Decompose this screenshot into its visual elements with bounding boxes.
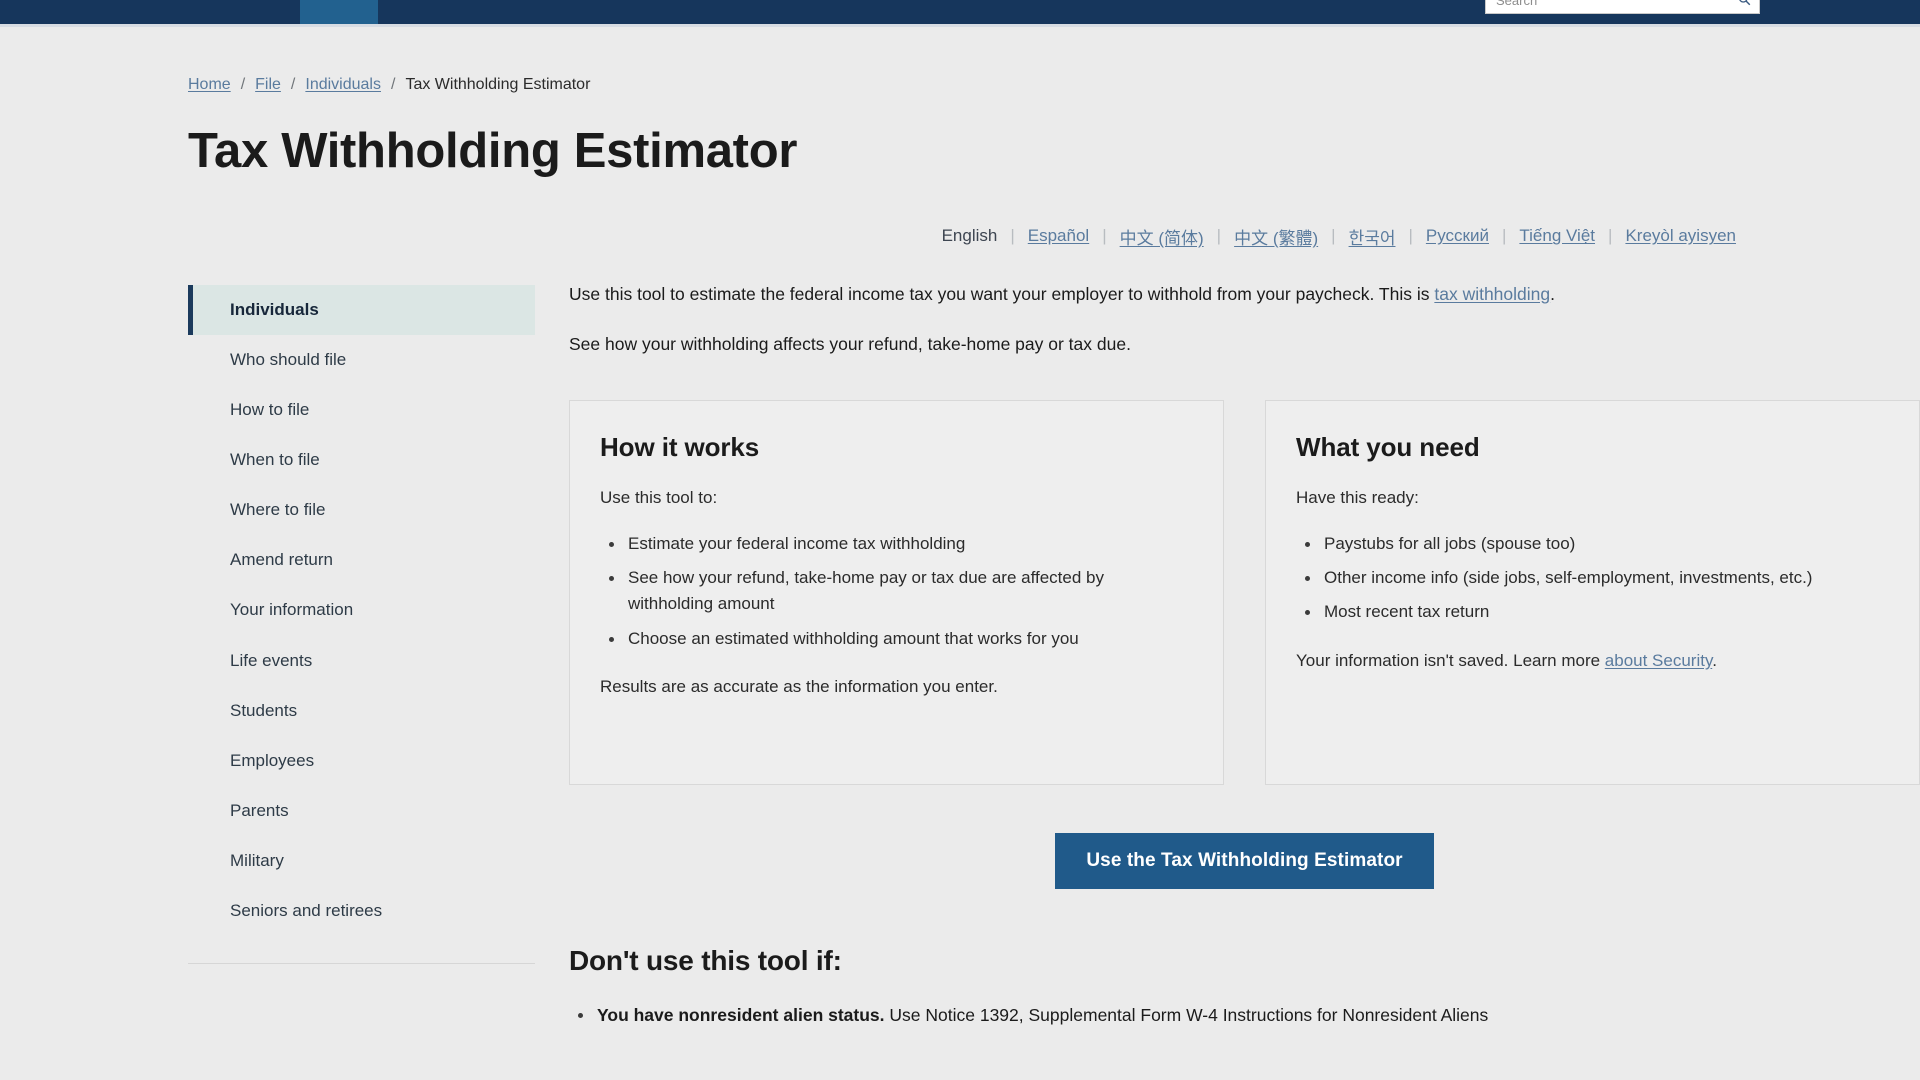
header-tab-3[interactable] xyxy=(378,0,456,24)
language-option-chinese-simplified[interactable]: 中文 (简体) xyxy=(1120,224,1204,249)
list-item: See how your refund, take-home pay or ta… xyxy=(600,565,1193,618)
sidebar-item-label: How to file xyxy=(230,400,310,420)
sidebar-item-label: Who should file xyxy=(230,349,347,369)
language-divider: | xyxy=(1501,226,1507,246)
search-input[interactable]: Search xyxy=(1485,0,1760,14)
header-nav xyxy=(222,0,456,24)
card-how-it-works: How it works Use this tool to: Estimate … xyxy=(569,400,1224,786)
card-note-text: Results are as accurate as the informati… xyxy=(600,677,998,697)
sidebar-item-label: Your information xyxy=(230,600,354,620)
sidebar-item-who-should-file[interactable]: Who should file xyxy=(188,335,535,385)
tax-withholding-link[interactable]: tax withholding xyxy=(1434,284,1550,304)
sidebar-item-where-to-file[interactable]: Where to file xyxy=(188,485,535,535)
sidebar-item-label: Military xyxy=(230,850,284,870)
list-item: Estimate your federal income tax withhol… xyxy=(600,531,1193,557)
language-option-vietnamese[interactable]: Tiếng Việt xyxy=(1519,226,1595,246)
sidebar-item-employees[interactable]: Employees xyxy=(188,736,535,786)
sidebar-item-label: Employees xyxy=(230,750,315,770)
sidebar-item-label: Life events xyxy=(230,650,313,670)
language-option-espanol[interactable]: Español xyxy=(1028,226,1089,246)
sidebar-item-label: Amend return xyxy=(230,550,333,570)
use-estimator-button[interactable]: Use the Tax Withholding Estimator xyxy=(1055,833,1434,890)
header-search-container: Search xyxy=(1485,0,1760,14)
card-note: Your information isn't saved. Learn more… xyxy=(1296,648,1889,674)
language-divider: | xyxy=(1102,226,1107,246)
list-item: Paystubs for all jobs (spouse too) xyxy=(1296,531,1889,557)
about-security-link[interactable]: about Security xyxy=(1605,651,1712,670)
sidebar-item-label: When to file xyxy=(230,450,320,470)
language-option-russian[interactable]: Русский xyxy=(1426,226,1489,246)
info-cards: How it works Use this tool to: Estimate … xyxy=(569,400,1920,786)
card-title: What you need xyxy=(1296,432,1480,463)
breadcrumb-separator: / xyxy=(240,76,246,93)
card-note-text: Your information isn't saved. Learn more xyxy=(1296,650,1605,670)
language-option-korean[interactable]: 한국어 xyxy=(1349,224,1396,249)
language-option-english: English xyxy=(941,226,998,246)
card-lead: Use this tool to: xyxy=(600,488,718,508)
dont-use-title: Don't use this tool if: xyxy=(569,945,842,977)
list-item: You have nonresident alien status. Use N… xyxy=(569,1002,1920,1029)
list-item-bold: You have nonresident alien status. xyxy=(597,1005,885,1026)
sidebar-item-label: Students xyxy=(230,700,298,720)
sidebar-item-label: Individuals xyxy=(230,299,319,319)
intro-text-after: . xyxy=(1550,283,1556,304)
sidebar-item-label: Parents xyxy=(230,800,289,820)
dont-use-list: You have nonresident alien status. Use N… xyxy=(569,1002,1920,1029)
sidebar-item-parents[interactable]: Parents xyxy=(188,786,535,836)
dont-use-section: Don't use this tool if: You have nonresi… xyxy=(569,945,1920,1029)
cta-row: Use the Tax Withholding Estimator xyxy=(569,833,1920,890)
language-option-haitian-creole[interactable]: Kreyòl ayisyen xyxy=(1625,226,1736,246)
sidebar-item-label: Seniors and retirees xyxy=(230,901,383,921)
language-divider: | xyxy=(1608,226,1613,246)
list-item: Other income info (side jobs, self-emplo… xyxy=(1296,565,1889,591)
card-note: Results are as accurate as the informati… xyxy=(600,674,1193,700)
body-layout: Individuals Who should file How to file … xyxy=(0,273,1920,1029)
card-title: How it works xyxy=(600,432,760,463)
card-what-you-need: What you need Have this ready: Paystubs … xyxy=(1265,400,1920,786)
sidebar-item-your-information[interactable]: Your information xyxy=(188,585,535,635)
header-tab-active[interactable] xyxy=(300,0,378,24)
breadcrumb-item-current: Tax Withholding Estimator xyxy=(405,76,591,93)
breadcrumb-item-file[interactable]: File xyxy=(255,76,281,94)
breadcrumb-separator: / xyxy=(390,76,396,93)
sidebar-item-military[interactable]: Military xyxy=(188,836,535,886)
sidebar-item-individuals[interactable]: Individuals xyxy=(188,284,535,335)
card-bullet-list: Paystubs for all jobs (spouse too) Other… xyxy=(1296,531,1889,626)
language-divider: | xyxy=(1216,226,1222,246)
sidebar-divider xyxy=(188,963,535,965)
sidebar-item-label: Where to file xyxy=(230,500,326,520)
sidebar-item-life-events[interactable]: Life events xyxy=(188,636,535,686)
page-title: Tax Withholding Estimator xyxy=(188,124,798,178)
site-header: Search xyxy=(0,0,1920,24)
card-note-text-after: . xyxy=(1712,650,1717,670)
language-divider: | xyxy=(1010,226,1015,246)
intro-paragraph-1: Use this tool to estimate the federal in… xyxy=(569,281,1599,309)
sidebar-item-when-to-file[interactable]: When to file xyxy=(188,435,535,485)
sidebar-item-how-to-file[interactable]: How to file xyxy=(188,385,535,435)
sidebar-item-seniors-and-retirees[interactable]: Seniors and retirees xyxy=(188,886,535,936)
language-selector: English | Español | 中文 (简体) | 中文 (繁體) | … xyxy=(0,224,1920,249)
breadcrumb-item-home[interactable]: Home xyxy=(188,76,231,94)
language-divider: | xyxy=(1408,226,1413,246)
header-tab-1[interactable] xyxy=(222,0,300,24)
intro-text-before: Use this tool to estimate the federal in… xyxy=(569,283,1435,304)
card-bullet-list: Estimate your federal income tax withhol… xyxy=(600,531,1193,652)
sidebar-item-students[interactable]: Students xyxy=(188,686,535,736)
list-item: Choose an estimated withholding amount t… xyxy=(600,626,1193,652)
breadcrumb-separator: / xyxy=(290,76,296,93)
breadcrumb-item-individuals[interactable]: Individuals xyxy=(305,76,381,94)
search-icon[interactable] xyxy=(1738,0,1751,6)
list-item-rest: Use Notice 1392, Supplemental Form W-4 I… xyxy=(884,1005,1489,1026)
sidebar-navigation: Individuals Who should file How to file … xyxy=(188,273,535,965)
sidebar-item-amend-return[interactable]: Amend return xyxy=(188,535,535,585)
page-root: Home / File / Individuals / Tax Withhold… xyxy=(0,27,1920,1029)
language-option-chinese-traditional[interactable]: 中文 (繁體) xyxy=(1234,224,1318,249)
language-divider: | xyxy=(1331,226,1336,246)
intro-paragraph-2: See how your withholding affects your re… xyxy=(569,333,1131,354)
breadcrumb: Home / File / Individuals / Tax Withhold… xyxy=(0,27,1920,94)
main-content: Use this tool to estimate the federal in… xyxy=(535,273,1920,1029)
list-item: Most recent tax return xyxy=(1296,599,1889,625)
card-lead: Have this ready: xyxy=(1296,488,1419,508)
search-placeholder: Search xyxy=(1496,0,1538,8)
